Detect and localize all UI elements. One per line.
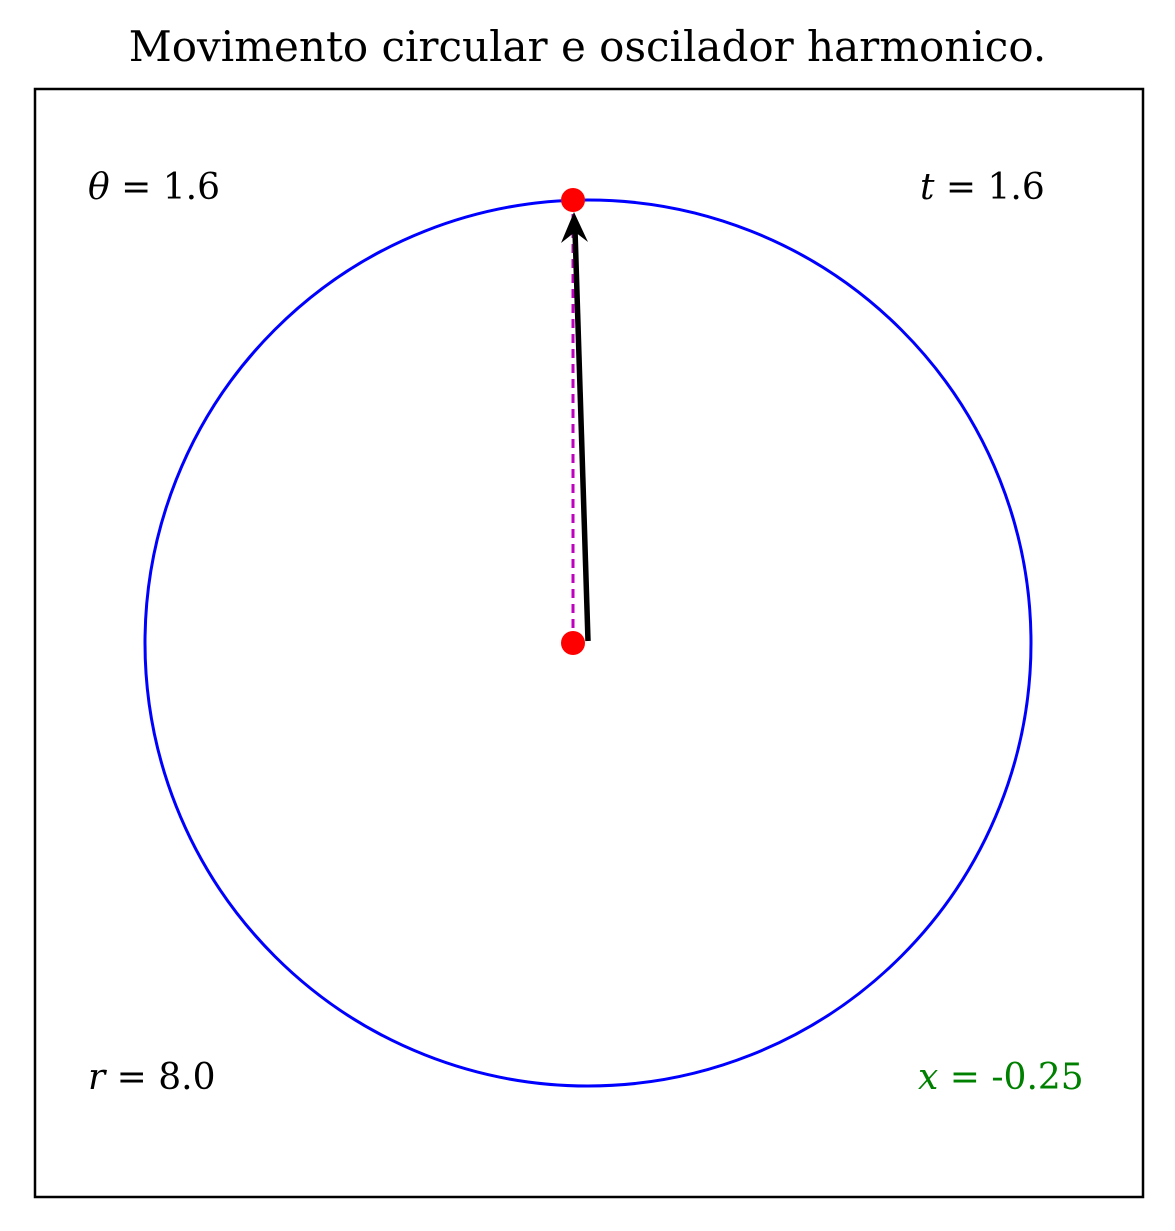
radius-label: r = 8.0 [88, 1057, 216, 1098]
time-equals: = [934, 167, 987, 208]
radius-value: 8.0 [158, 1057, 215, 1098]
time-value: 1.6 [988, 167, 1045, 208]
x-equals: = [938, 1057, 991, 1098]
theta-value: 1.6 [163, 167, 220, 208]
x-value: -0.25 [991, 1057, 1083, 1098]
radius-vector-arrow [572, 229, 591, 642]
x-label: x = -0.25 [918, 1057, 1084, 1098]
plot-frame [33, 87, 1145, 1199]
x-symbol: x [918, 1057, 938, 1098]
diagram-canvas: θ = 1.6 t = 1.6 r = 8.0 x = -0.25 [33, 87, 1145, 1199]
theta-symbol: θ [88, 167, 110, 208]
theta-label: θ = 1.6 [88, 167, 220, 208]
time-label: t = 1.6 [920, 167, 1045, 208]
theta-equals: = [110, 167, 163, 208]
orbit-circle [143, 198, 1033, 1088]
radius-equals: = [105, 1057, 158, 1098]
time-symbol: t [920, 167, 935, 208]
radius-symbol: r [88, 1057, 107, 1098]
center-point [561, 631, 585, 655]
tip-point [561, 188, 585, 212]
